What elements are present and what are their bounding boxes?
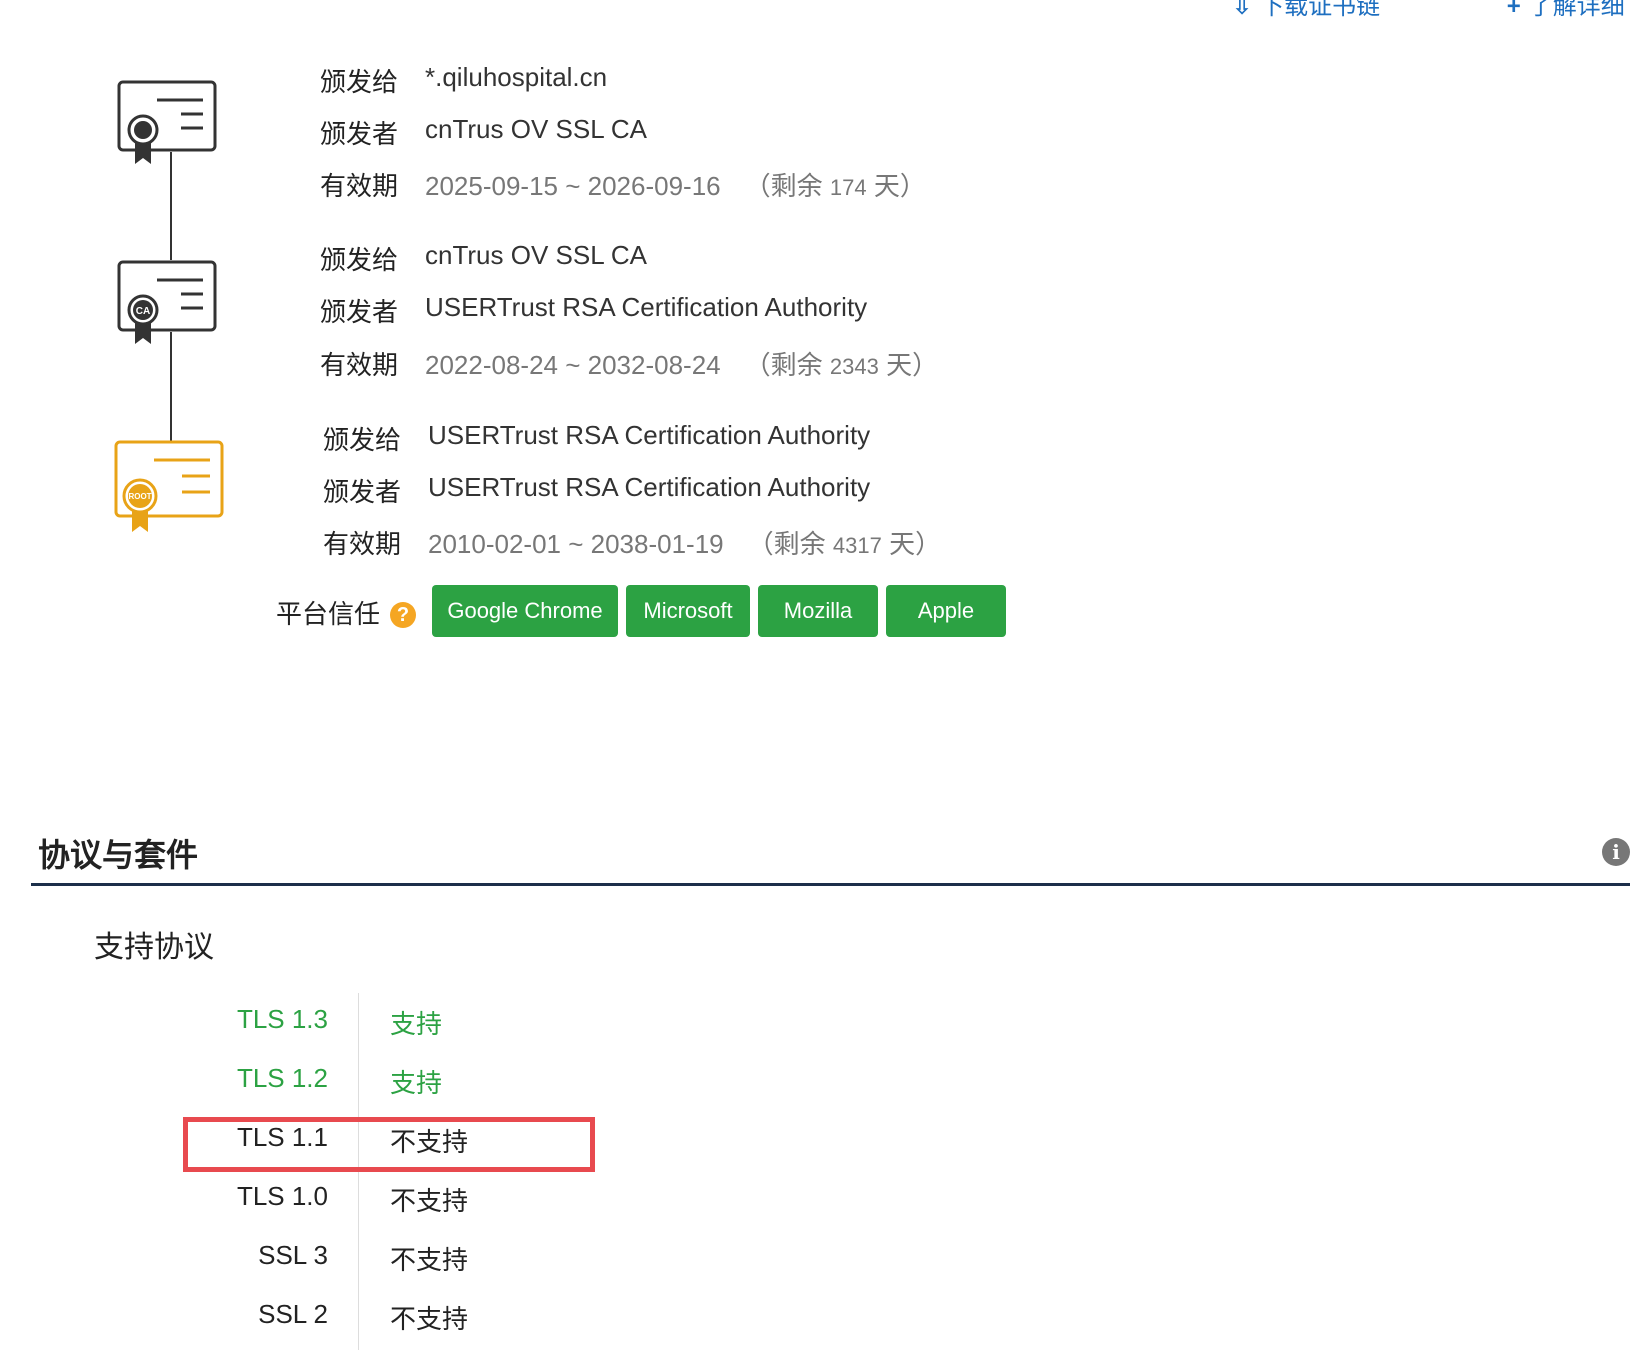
validity-label: 有效期 — [319, 171, 398, 201]
certificate-icon — [117, 80, 217, 164]
issuer-value: USERTrust RSA Certification Authority — [425, 292, 868, 322]
chain-connector — [170, 332, 172, 442]
remaining-days: （剩余 2343 天） — [744, 350, 939, 380]
issuer-value: USERTrust RSA Certification Authority — [428, 472, 871, 502]
validity-label: 有效期 — [322, 529, 401, 559]
issued-to-label: 颁发给 — [322, 425, 401, 455]
trust-badge-google-chrome: Google Chrome — [432, 585, 618, 637]
trust-badge-microsoft: Microsoft — [626, 585, 750, 637]
protocol-name: TLS 1.3 — [236, 1004, 328, 1034]
plus-icon: + — [1506, 0, 1521, 20]
protocol-status: 支持 — [390, 1068, 443, 1098]
supported-protocols-title: 支持协议 — [94, 931, 214, 964]
validity-value: 2025-09-15 ~ 2026-09-16 （剩余 174 天） — [425, 171, 926, 201]
protocol-name: TLS 1.0 — [236, 1181, 328, 1211]
ca-certificate-icon: CA — [117, 260, 217, 344]
issuer-label: 颁发者 — [319, 297, 398, 327]
protocol-status: 支持 — [390, 1009, 443, 1039]
root-seal-text: ROOT — [128, 492, 151, 501]
root-certificate-icon: ROOT — [114, 440, 224, 532]
protocol-status: 不支持 — [390, 1186, 469, 1216]
issued-to-value: *.qiluhospital.cn — [425, 62, 608, 92]
trust-badge-mozilla: Mozilla — [758, 585, 878, 637]
download-chain-link[interactable]: ⇩ 下载证书链 — [1232, 0, 1440, 20]
remaining-days: （剩余 4317 天） — [747, 529, 942, 559]
trust-badge-apple: Apple — [886, 585, 1006, 637]
info-icon[interactable]: i — [1602, 838, 1630, 866]
section-title: 协议与套件 — [38, 837, 199, 873]
protocol-name: SSL 3 — [258, 1240, 328, 1270]
validity-value: 2022-08-24 ~ 2032-08-24 （剩余 2343 天） — [425, 350, 939, 380]
protocol-name: TLS 1.2 — [236, 1063, 328, 1093]
chain-connector — [170, 152, 172, 260]
section-divider — [31, 883, 1630, 886]
protocol-status: 不支持 — [390, 1245, 469, 1275]
protocol-name: SSL 2 — [258, 1299, 328, 1329]
issued-to-value: cnTrus OV SSL CA — [425, 240, 648, 270]
help-icon[interactable]: ? — [390, 602, 417, 628]
issued-to-label: 颁发给 — [319, 67, 398, 97]
issued-to-label: 颁发给 — [319, 245, 398, 275]
remaining-days: （剩余 174 天） — [744, 171, 926, 201]
issuer-label: 颁发者 — [319, 119, 398, 149]
learn-more-link[interactable]: + 了解详细 — [1507, 0, 1646, 20]
issued-to-value: USERTrust RSA Certification Authority — [428, 420, 871, 450]
issuer-value: cnTrus OV SSL CA — [425, 114, 648, 144]
download-icon: ⇩ — [1232, 0, 1253, 20]
protocol-status: 不支持 — [390, 1304, 469, 1334]
validity-label: 有效期 — [319, 350, 398, 380]
platform-trust-label: 平台信任? — [276, 594, 417, 631]
highlight-box — [183, 1117, 595, 1172]
top-links: ⇩ 下载证书链 + 了解详细 — [1232, 0, 1646, 21]
issuer-label: 颁发者 — [322, 477, 401, 507]
ca-seal-text: CA — [136, 306, 150, 317]
validity-value: 2010-02-01 ~ 2038-01-19 （剩余 4317 天） — [428, 529, 942, 559]
